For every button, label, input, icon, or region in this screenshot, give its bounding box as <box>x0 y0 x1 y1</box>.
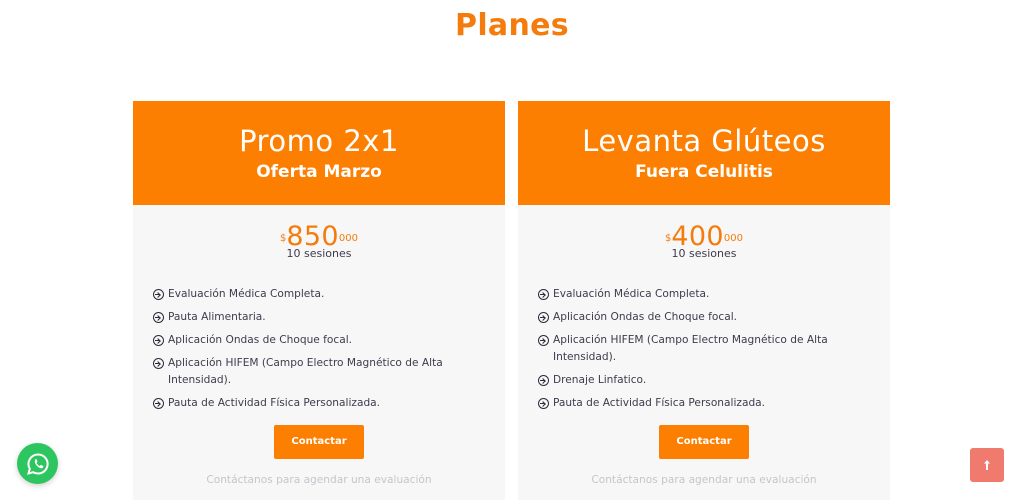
feature-text: Aplicación HIFEM (Campo Electro Magnétic… <box>168 357 443 386</box>
feature-item: Aplicación HIFEM (Campo Electro Magnétic… <box>538 332 860 366</box>
plan-subtitle: Oferta Marzo <box>256 162 382 182</box>
price-sessions: 10 sesiones <box>671 247 737 260</box>
contact-button[interactable]: Contactar <box>274 425 364 459</box>
feature-text: Drenaje Linfatico. <box>553 374 647 386</box>
arrow-circle-right-icon <box>538 289 549 300</box>
feature-text: Pauta de Actividad Física Personalizada. <box>168 397 381 409</box>
contact-button[interactable]: Contactar <box>659 425 749 459</box>
plan-price: $850000 10 sesiones <box>133 223 505 265</box>
feature-list: Evaluación Médica Completa. Pauta Alimen… <box>133 286 505 412</box>
feature-item: Pauta de Actividad Física Personalizada. <box>153 395 475 412</box>
plan-note: Contáctanos para agendar una evaluación <box>206 474 432 486</box>
feature-text: Aplicación Ondas de Choque focal. <box>553 311 738 323</box>
page-title: Planes <box>455 8 569 43</box>
feature-text: Evaluación Médica Completa. <box>168 288 325 300</box>
arrow-circle-right-icon <box>538 335 549 346</box>
arrow-up-icon <box>984 460 990 470</box>
feature-text: Pauta de Actividad Física Personalizada. <box>553 397 766 409</box>
plan-card-promo: Promo 2x1 Oferta Marzo $850000 10 sesion… <box>133 101 505 500</box>
plan-note: Contáctanos para agendar una evaluación <box>591 474 817 486</box>
arrow-circle-right-icon <box>153 335 164 346</box>
plan-card-gluteos: Levanta Glúteos Fuera Celulitis $400000 … <box>518 101 890 500</box>
feature-text: Pauta Alimentaria. <box>168 311 266 323</box>
price-cents: 000 <box>723 233 743 244</box>
price-sessions: 10 sesiones <box>286 247 352 260</box>
plan-title: Levanta Glúteos <box>582 124 826 158</box>
feature-item: Evaluación Médica Completa. <box>538 286 860 303</box>
plan-card-header: Promo 2x1 Oferta Marzo <box>133 101 505 205</box>
plan-title: Promo 2x1 <box>239 124 399 158</box>
feature-text: Aplicación Ondas de Choque focal. <box>168 334 353 346</box>
feature-item: Pauta Alimentaria. <box>153 309 475 326</box>
price-currency: $ <box>280 233 287 244</box>
feature-text: Aplicación HIFEM (Campo Electro Magnétic… <box>553 334 828 363</box>
feature-item: Pauta de Actividad Física Personalizada. <box>538 395 860 412</box>
plan-card-header: Levanta Glúteos Fuera Celulitis <box>518 101 890 205</box>
feature-list: Evaluación Médica Completa. Aplicación O… <box>518 286 890 412</box>
feature-text: Evaluación Médica Completa. <box>553 288 710 300</box>
feature-item: Aplicación HIFEM (Campo Electro Magnétic… <box>153 355 475 389</box>
arrow-circle-right-icon <box>153 289 164 300</box>
price-currency: $ <box>665 233 672 244</box>
plan-subtitle: Fuera Celulitis <box>635 162 773 182</box>
arrow-circle-right-icon <box>153 358 164 369</box>
arrow-circle-right-icon <box>538 375 549 386</box>
feature-item: Aplicación Ondas de Choque focal. <box>538 309 860 326</box>
scroll-top-button[interactable] <box>970 448 1004 482</box>
feature-item: Drenaje Linfatico. <box>538 372 860 389</box>
whatsapp-button[interactable] <box>17 443 58 484</box>
arrow-circle-right-icon <box>538 312 549 323</box>
price-cents: 000 <box>338 233 358 244</box>
plan-price: $400000 10 sesiones <box>518 223 890 265</box>
arrow-circle-right-icon <box>153 398 164 409</box>
feature-item: Aplicación Ondas de Choque focal. <box>153 332 475 349</box>
whatsapp-icon <box>26 452 49 475</box>
feature-item: Evaluación Médica Completa. <box>153 286 475 303</box>
arrow-circle-right-icon <box>153 312 164 323</box>
arrow-circle-right-icon <box>538 398 549 409</box>
